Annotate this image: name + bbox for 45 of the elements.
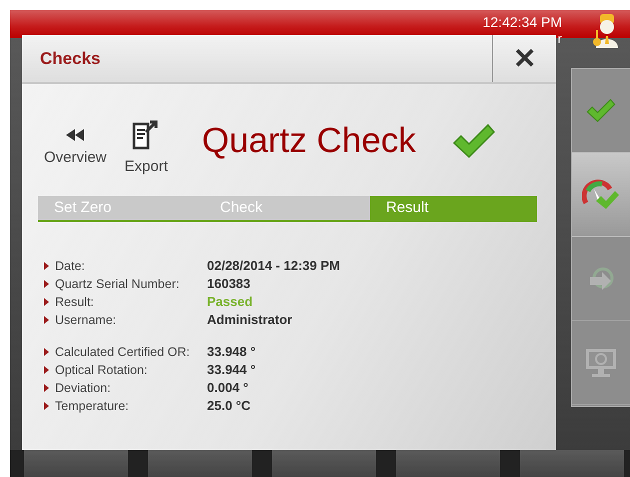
field-label: Deviation: — [55, 380, 111, 396]
sync-icon — [587, 264, 615, 292]
field-value: 33.948 ° — [207, 344, 257, 360]
gauge-check-icon — [582, 178, 620, 210]
bottom-tab[interactable] — [148, 450, 252, 477]
bullet-icon — [44, 366, 49, 374]
checkmark-icon — [586, 98, 616, 123]
check-heading: Quartz Check — [202, 121, 416, 161]
field-label: Temperature: — [55, 398, 129, 414]
bullet-icon — [44, 348, 49, 356]
field-value: 02/28/2014 - 12:39 PM — [207, 258, 341, 274]
field-label: Calculated Certified OR: — [55, 344, 190, 360]
step-label: Result — [370, 196, 537, 220]
checkmark-icon — [452, 123, 496, 159]
bullet-icon — [44, 280, 49, 288]
user-key-icon[interactable] — [592, 14, 620, 48]
field-label: Result: — [55, 294, 94, 310]
field-value: 25.0 °C — [207, 398, 252, 414]
bullet-icon — [44, 262, 49, 270]
monitor-icon — [585, 348, 617, 378]
rewind-icon — [66, 128, 84, 140]
export-icon — [132, 120, 160, 150]
field-label: Optical Rotation: — [55, 362, 148, 378]
field-value: 0.004 ° — [207, 380, 250, 396]
field-value: 33.944 ° — [207, 362, 257, 378]
field-label: Username: — [55, 312, 116, 328]
bottom-tab[interactable] — [396, 450, 500, 477]
bottom-tab[interactable] — [24, 450, 128, 477]
toolbar-button[interactable]: Export — [118, 120, 174, 174]
field-value: Passed — [207, 294, 254, 310]
field-label: Quartz Serial Number: — [55, 276, 180, 292]
bottom-tab[interactable] — [272, 450, 376, 477]
bullet-icon — [44, 316, 49, 324]
toolbar-button[interactable]: Overview — [38, 128, 113, 166]
clock: 12:42:34 PM — [482, 14, 562, 30]
field-value: Administrator — [207, 312, 294, 328]
dialog-title: Checks — [39, 48, 102, 68]
sidebar-button[interactable] — [572, 153, 630, 237]
field-value: 160383 — [207, 276, 252, 292]
bullet-icon — [44, 402, 49, 410]
bullet-icon — [44, 384, 49, 392]
close-button[interactable]: ✕ — [492, 35, 556, 82]
field-label: Date: — [55, 258, 85, 274]
bottom-tab[interactable] — [520, 450, 624, 477]
bullet-icon — [44, 298, 49, 306]
